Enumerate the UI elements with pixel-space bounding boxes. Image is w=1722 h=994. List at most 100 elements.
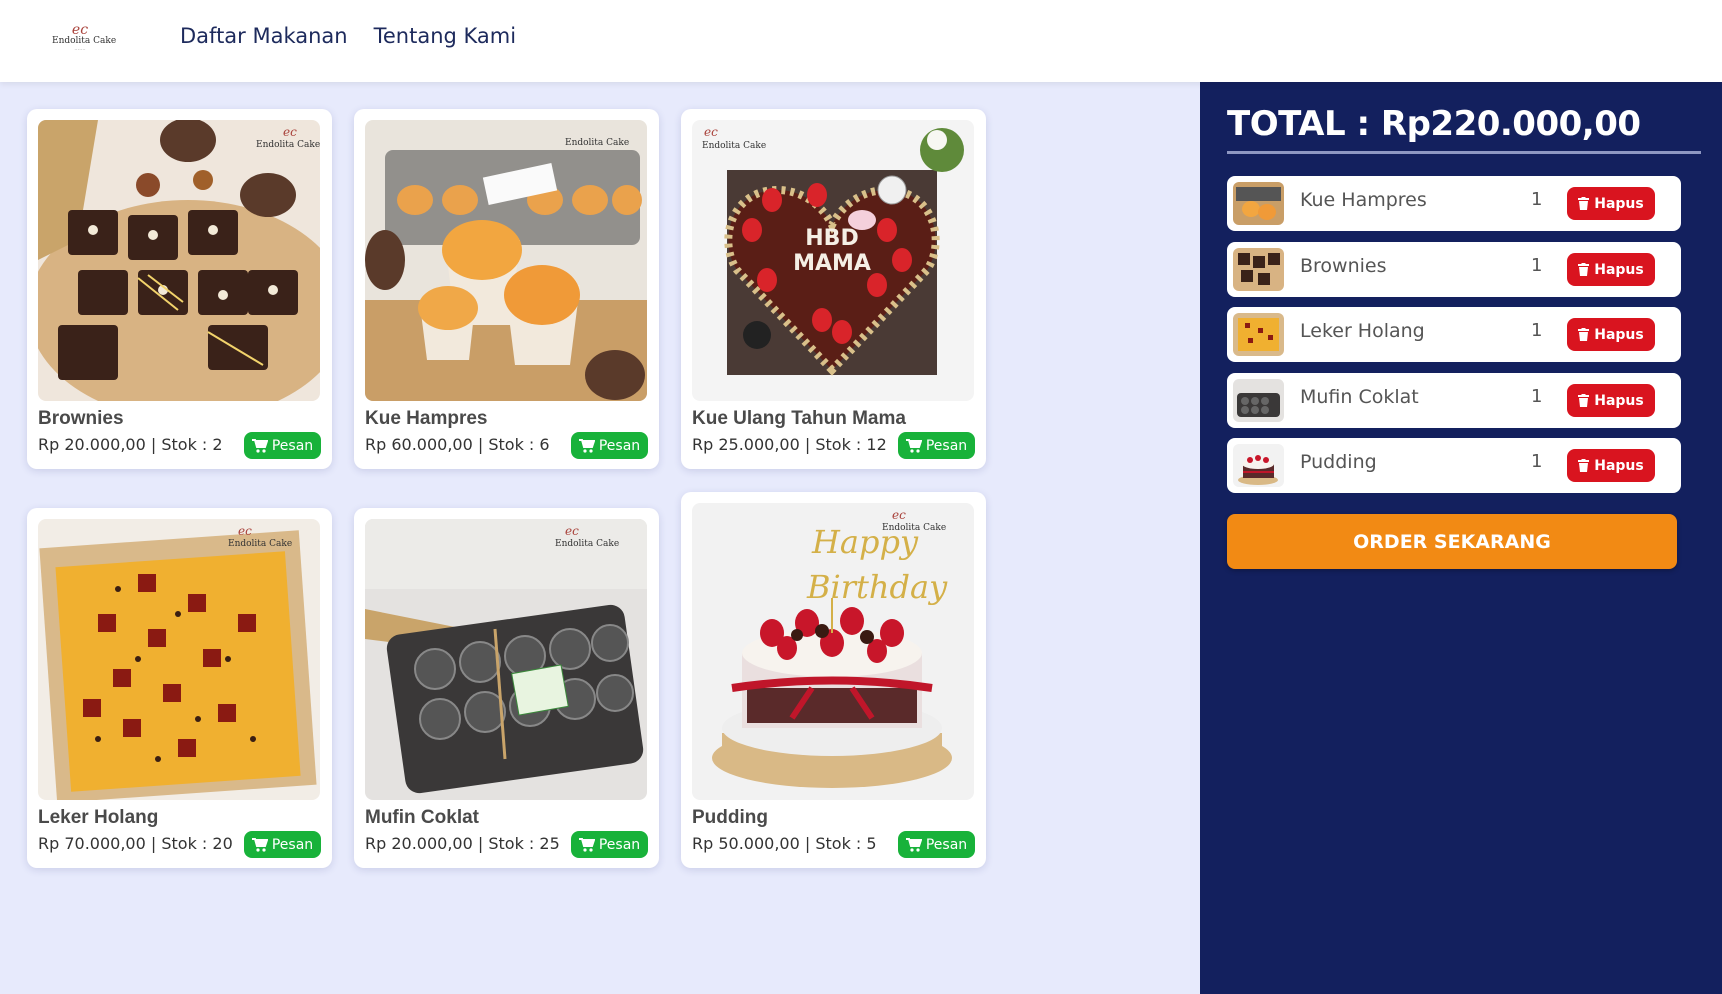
cart-item: Brownies 1 Hapus [1227,242,1681,297]
cart-item: Leker Holang 1 Hapus [1227,307,1681,362]
product-card: HBD MAMA ec Endolita Cake Kue Ulang Tahu… [681,109,986,469]
hapus-label: Hapus [1594,457,1644,474]
product-card: ec Endolita Cake Mufin Coklat Rp 20.000,… [354,508,659,868]
product-price-stock: Rp 50.000,00 | Stok : 5 [692,834,877,853]
cart-item-thumbnail [1233,313,1284,356]
product-name: Kue Ulang Tahun Mama [692,408,906,429]
svg-text:Endolita Cake: Endolita Cake [256,140,320,150]
pesan-button[interactable]: Pesan [571,432,648,459]
product-card: ec Endolita Cake Leker Holang Rp 70.000,… [27,508,332,868]
svg-text:Birthday: Birthday [806,568,948,606]
logo-tagline: ······· [74,47,86,53]
hapus-label: Hapus [1594,326,1644,343]
pesan-label: Pesan [598,836,641,853]
product-price-stock: Rp 25.000,00 | Stok : 12 [692,435,887,454]
header: ec Endolita Cake ······· Daftar Makanan … [0,0,1722,82]
product-name: Kue Hampres [365,408,488,429]
hapus-button[interactable]: Hapus [1567,318,1655,351]
cart-item-thumbnail [1233,248,1284,291]
pesan-label: Pesan [271,437,314,454]
cart-item-thumbnail [1233,444,1284,487]
svg-text:Endolita Cake: Endolita Cake [882,523,946,533]
pesan-label: Pesan [271,836,314,853]
pesan-label: Pesan [925,437,968,454]
pesan-button[interactable]: Pesan [244,432,321,459]
cart-item-qty: 1 [1531,189,1543,210]
cart-icon [251,438,268,453]
product-card: Happy Birthday ec Endolita Cake Pudding … [681,492,986,868]
product-price-stock: Rp 60.000,00 | Stok : 6 [365,435,550,454]
main-nav: Daftar Makanan Tentang Kami [180,24,516,48]
product-card: ec Endolita Cake Brownies Rp 20.000,00 |… [27,109,332,469]
cart-item-name: Pudding [1300,451,1377,473]
cart-item: Mufin Coklat 1 Hapus [1227,373,1681,428]
cart-icon [905,837,922,852]
cart-item-qty: 1 [1531,255,1543,276]
trash-icon [1578,394,1590,407]
product-image-brownies: ec Endolita Cake [38,120,320,401]
product-name: Brownies [38,408,124,429]
svg-text:ec: ec [283,125,297,139]
svg-text:ec: ec [565,524,579,538]
product-price-stock: Rp 70.000,00 | Stok : 20 [38,834,233,853]
cart-icon [905,438,922,453]
trash-icon [1578,263,1590,276]
cart-panel: TOTAL : Rp220.000,00 Kue Hampres 1 Hapus… [1200,82,1722,994]
logo-name: Endolita Cake [52,36,117,46]
pesan-button[interactable]: Pesan [571,831,648,858]
hapus-label: Hapus [1594,392,1644,409]
hapus-label: Hapus [1594,195,1644,212]
cart-item-name: Leker Holang [1300,320,1425,342]
pesan-label: Pesan [598,437,641,454]
hapus-button[interactable]: Hapus [1567,187,1655,220]
cart-item-qty: 1 [1531,451,1543,472]
pesan-label: Pesan [925,836,968,853]
svg-text:ec: ec [704,125,718,139]
cart-item-name: Brownies [1300,255,1387,277]
product-name: Pudding [692,807,768,828]
svg-text:Endolita Cake: Endolita Cake [555,539,619,549]
product-name: Mufin Coklat [365,807,479,828]
pesan-button[interactable]: Pesan [244,831,321,858]
product-card: Endolita Cake Kue Hampres Rp 60.000,00 |… [354,109,659,469]
order-now-button[interactable]: ORDER SEKARANG [1227,514,1677,569]
svg-text:HBD: HBD [805,226,858,251]
nav-tentang-kami[interactable]: Tentang Kami [374,24,516,48]
hapus-button[interactable]: Hapus [1567,253,1655,286]
svg-text:ec: ec [892,508,906,522]
cart-item: Pudding 1 Hapus [1227,438,1681,493]
product-price-stock: Rp 20.000,00 | Stok : 2 [38,435,223,454]
svg-text:Endolita Cake: Endolita Cake [565,138,629,148]
logo-mark: ec [71,22,89,38]
product-image-mufin-coklat: ec Endolita Cake [365,519,647,800]
trash-icon [1578,328,1590,341]
cart-item-thumbnail [1233,182,1284,225]
cart-icon [578,438,595,453]
cart-item-thumbnail [1233,379,1284,422]
svg-text:Endolita Cake: Endolita Cake [228,539,292,549]
product-price-stock: Rp 20.000,00 | Stok : 25 [365,834,560,853]
svg-text:MAMA: MAMA [793,251,871,276]
trash-icon [1578,459,1590,472]
product-image-kue-hampres: Endolita Cake [365,120,647,401]
cart-icon [578,837,595,852]
cart-item-qty: 1 [1531,386,1543,407]
product-image-pudding: Happy Birthday ec Endolita Cake [692,503,974,800]
hapus-button[interactable]: Hapus [1567,449,1655,482]
svg-text:Endolita Cake: Endolita Cake [702,141,766,151]
cart-item-qty: 1 [1531,320,1543,341]
cart-item: Kue Hampres 1 Hapus [1227,176,1681,231]
cart-item-name: Mufin Coklat [1300,386,1419,408]
hapus-label: Hapus [1594,261,1644,278]
pesan-button[interactable]: Pesan [898,432,975,459]
product-name: Leker Holang [38,807,159,828]
trash-icon [1578,197,1590,210]
cart-total: TOTAL : Rp220.000,00 [1227,104,1641,144]
brand-logo[interactable]: ec Endolita Cake ······· [52,22,117,56]
hapus-button[interactable]: Hapus [1567,384,1655,417]
total-divider [1227,151,1701,154]
cart-icon [251,837,268,852]
nav-daftar-makanan[interactable]: Daftar Makanan [180,24,348,48]
pesan-button[interactable]: Pesan [898,831,975,858]
product-image-kue-ulang-tahun-mama: HBD MAMA ec Endolita Cake [692,120,974,401]
